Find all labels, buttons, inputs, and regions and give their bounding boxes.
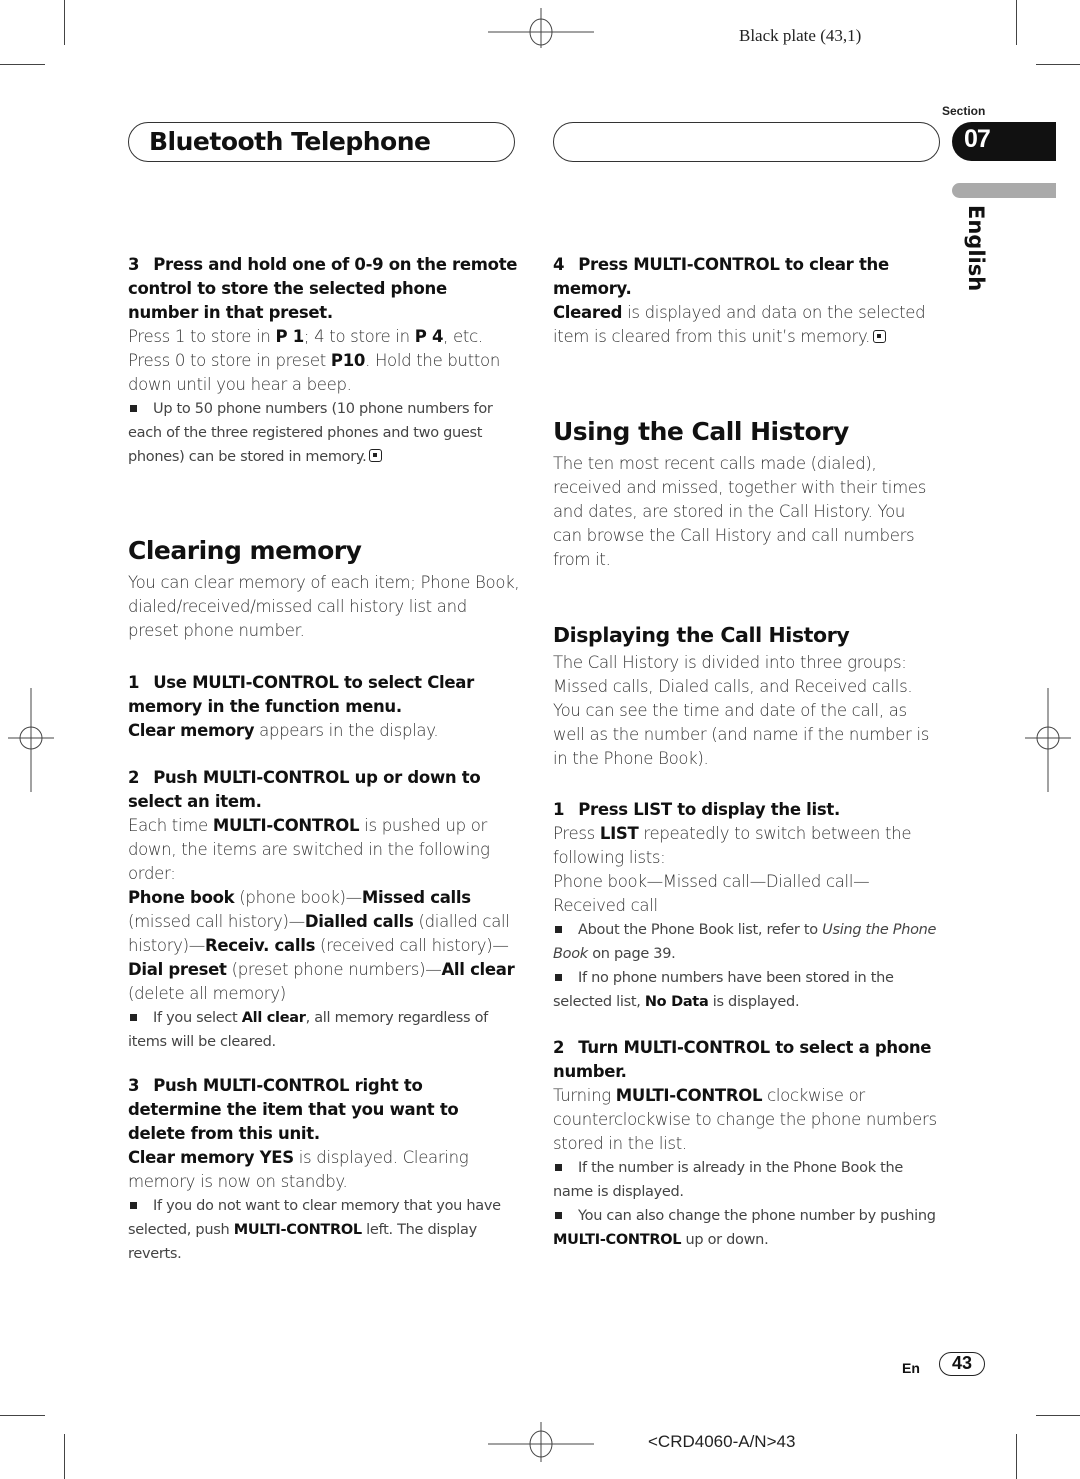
history-step2: 2 Turn MULTI-CONTROL to select a phone nu… <box>553 1036 938 1252</box>
bold-term: Receiv. calls <box>205 936 316 955</box>
step-body: Each time MULTI-CONTROL is pushed up or … <box>128 816 490 883</box>
step-title: 2 Push MULTI-CONTROL up or down to select… <box>128 768 481 811</box>
step-body: Turning MULTI-CONTROL clockwise or count… <box>553 1086 937 1153</box>
language-label: English <box>964 205 988 292</box>
registration-mark-icon <box>1025 688 1071 792</box>
step-body: Press LIST repeatedly to switch between … <box>553 824 912 867</box>
bullet-icon <box>130 404 137 412</box>
section-heading: Using the Call History <box>553 417 849 446</box>
crop-mark <box>1016 0 1017 45</box>
bullet-icon <box>130 1201 137 1209</box>
bullet-icon <box>555 925 562 933</box>
right-step4: 4 Press MULTI-CONTROL to clear the memory… <box>553 253 938 349</box>
clear-step3: 3 Push MULTI-CONTROL right to determine t… <box>128 1074 520 1266</box>
step-body: Clear memory appears in the display. <box>128 721 439 740</box>
step-title: 4 Press MULTI-CONTROL to clear the memory… <box>553 255 889 298</box>
step-body: Cleared is displayed and data on the sel… <box>553 303 926 346</box>
note: If you select All clear, all memory rega… <box>128 1010 488 1050</box>
section-label: Section <box>942 104 986 118</box>
end-mark-icon <box>369 449 383 462</box>
call-history-section: Using the Call History The ten most rece… <box>553 417 938 572</box>
note: If you do not want to clear memory that … <box>128 1198 501 1262</box>
note: About the Phone Book list, refer to Usin… <box>553 922 937 962</box>
registration-mark-icon <box>488 1422 594 1462</box>
bold-term: Dial preset <box>128 960 227 979</box>
bullet-icon <box>555 1211 562 1219</box>
step-title: 1 Press LIST to display the list. <box>553 800 840 819</box>
section-number: 07 <box>964 125 991 153</box>
crop-mark <box>64 0 65 45</box>
crop-mark <box>0 1415 45 1416</box>
intro-text: The ten most recent calls made (dialed),… <box>553 454 927 569</box>
bold-term: P 4 <box>414 327 444 346</box>
bullet-icon <box>555 973 562 981</box>
list-order: Phone book—Missed call—Dialled call—Rece… <box>553 872 870 915</box>
chapter-title-pill: Bluetooth Telephone <box>128 122 515 162</box>
section-heading: Clearing memory <box>128 536 362 565</box>
language-label-wrap: English <box>952 205 992 295</box>
page-number-pill: 43 <box>939 1352 985 1376</box>
crop-mark <box>1036 1415 1080 1416</box>
bold-term: P10 <box>330 351 366 370</box>
step-title: 2 Turn MULTI-CONTROL to select a phone nu… <box>553 1038 932 1081</box>
text-run: (preset phone numbers)— <box>226 960 442 979</box>
history-step1: 1 Press LIST to display the list. Press L… <box>553 798 938 1014</box>
step-title: 3 Press and hold one of 0-9 on the remote… <box>128 255 518 322</box>
step-body: Press 1 to store in P 1; 4 to store in P… <box>128 325 520 397</box>
step-title: 3 Push MULTI-CONTROL right to determine t… <box>128 1076 459 1143</box>
step-body: Clear memory YES is displayed. Clearing … <box>128 1148 469 1191</box>
footer-code: <CRD4060-A/N>43 <box>648 1432 796 1451</box>
note: You can also change the phone number by … <box>553 1208 936 1248</box>
section-number-tab: 07 <box>952 122 1056 161</box>
item-order: Phone book (phone book)—Missed calls (mi… <box>128 886 520 1006</box>
note: If no phone numbers have been stored in … <box>553 970 894 1010</box>
bold-term: Missed calls <box>361 888 471 907</box>
footer-language-code: En <box>902 1360 920 1376</box>
note: If the number is already in the Phone Bo… <box>553 1160 903 1200</box>
displaying-call-history: Displaying the Call History The Call His… <box>553 623 938 771</box>
bullet-icon <box>555 1163 562 1171</box>
header-empty-pill <box>553 122 940 162</box>
text-run: (phone book)— <box>234 888 362 907</box>
step-title: 1 Use MULTI-CONTROL to select Clear memor… <box>128 673 474 716</box>
note: Up to 50 phone numbers (10 phone numbers… <box>128 401 493 465</box>
language-tab <box>952 183 1056 198</box>
text-run: (missed call history)— <box>128 912 305 931</box>
chapter-title: Bluetooth Telephone <box>149 127 431 156</box>
intro-text: The Call History is divided into three g… <box>553 653 930 768</box>
bullet-icon <box>130 1013 137 1021</box>
text-run: ; 4 to store in <box>303 327 415 346</box>
intro-text: You can clear memory of each item; Phone… <box>128 573 520 640</box>
crop-mark <box>64 1434 65 1479</box>
bold-term: Dialled calls <box>304 912 414 931</box>
clearing-memory-section: Clearing memory You can clear memory of … <box>128 536 520 643</box>
crop-mark <box>0 64 45 65</box>
text-run: Press 1 to store in <box>128 327 276 346</box>
end-mark-icon <box>873 330 887 343</box>
clear-step1: 1 Use MULTI-CONTROL to select Clear memor… <box>128 671 520 743</box>
registration-mark-icon <box>8 688 54 792</box>
page-number: 43 <box>951 1353 973 1373</box>
bold-term: All clear <box>441 960 515 979</box>
sub-heading: Displaying the Call History <box>553 623 850 647</box>
text-run: (received call history)— <box>315 936 509 955</box>
bold-term: Phone book <box>128 888 235 907</box>
bold-term: P 1 <box>275 327 305 346</box>
text-run: (delete all memory) <box>128 984 286 1003</box>
left-step3: 3 Press and hold one of 0-9 on the remote… <box>128 253 520 469</box>
clear-step2: 2 Push MULTI-CONTROL up or down to select… <box>128 766 520 1054</box>
registration-mark-icon <box>488 8 594 48</box>
crop-mark <box>1036 64 1080 65</box>
crop-mark <box>1016 1434 1017 1479</box>
plate-label: Black plate (43,1) <box>739 26 862 45</box>
